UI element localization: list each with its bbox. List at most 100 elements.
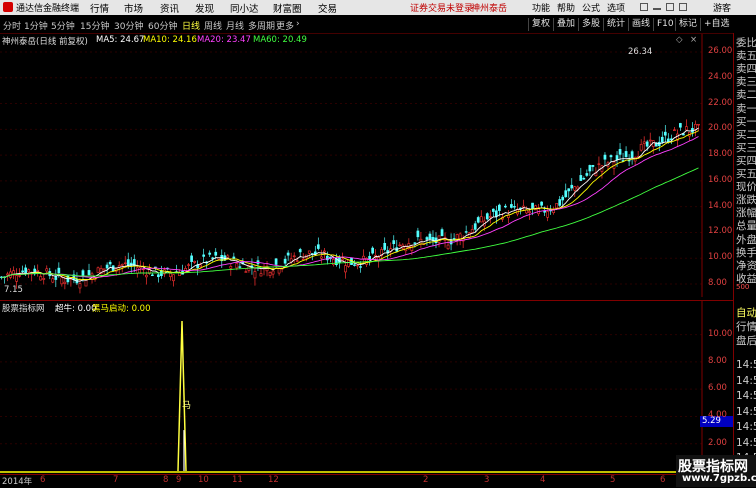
window-minimize-icon[interactable] [653,8,661,10]
indicator-tick-label: 4.00 [708,410,727,421]
trade-login-alert[interactable]: 证券交易未登录 [410,1,473,14]
month-label: 8 [163,475,169,485]
side-time-label: 14:5 [736,421,756,433]
month-label: 9 [176,475,182,485]
month-label: 12 [268,475,279,485]
period-monthly[interactable]: 月线 [226,19,244,32]
period-more[interactable]: 更多 [276,19,294,32]
period-5min[interactable]: 5分钟 [51,19,75,32]
side-mode-label[interactable]: 自动 [736,305,756,320]
low-price-label: 7.15 [4,285,23,295]
menu-item-gongneng[interactable]: 功能 [532,1,550,14]
ma5-label: MA5: 24.67 [96,35,145,45]
menu-item-faxian[interactable]: 发现 [195,1,214,15]
month-label: 11 [232,475,243,485]
year-label: 2014年 [2,477,33,487]
more-arrow-icon[interactable]: › [296,19,300,29]
menu-item-hangqing[interactable]: 行情 [90,1,109,15]
price-tick-label: 8.00 [708,278,727,288]
chart-settings-icon[interactable]: ◇ [676,35,683,45]
ma10-label: MA10: 24.16 [143,35,197,45]
black-horse-label: 黑马启动: 0.00 [92,304,151,314]
price-tick-label: 10.00 [708,252,733,263]
menu-bar: 通达信金融终端 行情 市场 资讯 发现 同小达 财富圈 交易 证券交易未登录 神… [0,0,756,15]
menu-item-caifuquan[interactable]: 财富圈 [273,1,302,15]
side-time-label: 14:5 [736,390,756,402]
month-label: 2 [423,475,429,485]
price-tick-label: 18.00 [708,149,733,160]
indicator-pane[interactable]: 股票指标网 超牛: 0.00 黑马启动: 0.00 马 5.29 10.00 8.… [0,300,733,475]
price-tick-label: 12.00 [708,226,733,237]
month-label: 5 [610,475,616,485]
side-time-label: 14:5 [736,359,756,371]
period-1min[interactable]: 1分钟 [24,19,48,32]
tool-f10[interactable]: F10 [653,18,677,31]
side-time-label: 14:5 [736,436,756,449]
tool-diejia[interactable]: 叠加 [553,18,578,31]
horse-marker: 马 [182,401,192,411]
price-tick-label: 26.00 [708,46,733,56]
side-time-label: 14:5 [736,405,756,418]
tool-biaoji[interactable]: 标记 [675,18,700,31]
menu-item-bangzhu[interactable]: 帮助 [557,1,575,14]
app-logo-icon [3,2,13,12]
price-tick-label: 16.00 [708,174,733,185]
ma20-label: MA20: 23.47 [197,35,251,45]
period-multi[interactable]: 多周期 [248,19,275,32]
indicator-tick-label: 6.00 [708,383,727,394]
menu-item-jiaoyi[interactable]: 交易 [318,1,337,15]
indicator-tick-label: 2.00 [708,437,727,448]
menu-item-gongshi[interactable]: 公式 [582,1,600,14]
indicator-tick-label: 10.00 [708,328,733,339]
window-restore-icon[interactable] [640,3,648,11]
month-label: 3 [484,475,490,485]
period-daily[interactable]: 日线 [182,19,200,32]
menu-item-tongxiaoda[interactable]: 同小达 [230,1,259,15]
period-30min[interactable]: 30分钟 [114,19,143,32]
quote-side-panel: 委比 卖五 卖四 卖三 卖二 卖一 买一 买二 买三 买四 买五 现价 涨跌 涨幅 总量 外盘 换手 净资 收益 50… [733,33,756,487]
month-label: 7 [113,475,119,485]
ma60-label: MA60: 20.49 [253,35,307,45]
price-tick-label: 20.00 [708,123,733,134]
kline-canvas [0,34,703,297]
month-label: 6 [40,475,46,485]
price-tick-label: 14.00 [708,200,733,211]
side-mini-tick: 500 [736,283,750,291]
period-15min[interactable]: 15分钟 [80,19,109,32]
indicator-canvas [0,301,703,475]
window-close-icon[interactable] [679,3,687,11]
stock-label: 神州泰岳(日线 前复权) [2,37,88,47]
side-mode-label[interactable]: 行情 [736,319,756,334]
period-toolbar: 分时 1分钟 5分钟 15分钟 30分钟 60分钟 日线 周线 月线 多周期 更… [0,16,756,34]
side-mode-label[interactable]: 盘后 [736,333,756,348]
tool-huaxian[interactable]: 画线 [628,18,653,31]
menu-item-xuanxiang[interactable]: 选项 [607,1,625,14]
month-label: 4 [540,475,546,485]
date-axis: 2014年 6 7 8 9 10 11 12 2 3 4 5 6 [0,474,733,488]
app-title: 通达信金融终端 [16,4,80,14]
chart-close-icon[interactable]: × [690,35,697,45]
main-kline-chart[interactable]: 神州泰岳(日线 前复权) MA5: 24.67 MA10: 24.16 MA20… [0,34,733,297]
indicator-name: 股票指标网 [2,304,45,314]
tool-add-favorite[interactable]: +自选 [700,18,733,31]
window-maximize-icon[interactable] [666,3,674,11]
tool-tongji[interactable]: 统计 [603,18,628,31]
price-tick-label: 22.00 [708,97,733,108]
tool-fuquan[interactable]: 复权 [528,18,553,31]
menu-item-zixun[interactable]: 资讯 [160,1,179,15]
period-60min[interactable]: 60分钟 [148,19,177,32]
month-label: 10 [198,475,209,485]
guest-user[interactable]: 游客 [713,1,731,14]
high-price-label: 26.34 [628,47,653,57]
side-time-label: 14:5 [736,374,756,387]
menu-item-shichang[interactable]: 市场 [124,1,143,15]
period-weekly[interactable]: 周线 [204,19,222,32]
period-fenshi[interactable]: 分时 [3,19,21,32]
tool-duogu[interactable]: 多股 [578,18,603,31]
super-bull-label: 超牛: 0.00 [55,304,97,314]
price-tick-label: 24.00 [708,71,733,82]
watermark-url: www.7gpzb.com [682,473,756,484]
month-label: 6 [660,475,666,485]
watermark-box: 股票指标网 www.7gpzb.com [676,455,756,487]
broker-name: 神州泰岳 [471,4,508,14]
